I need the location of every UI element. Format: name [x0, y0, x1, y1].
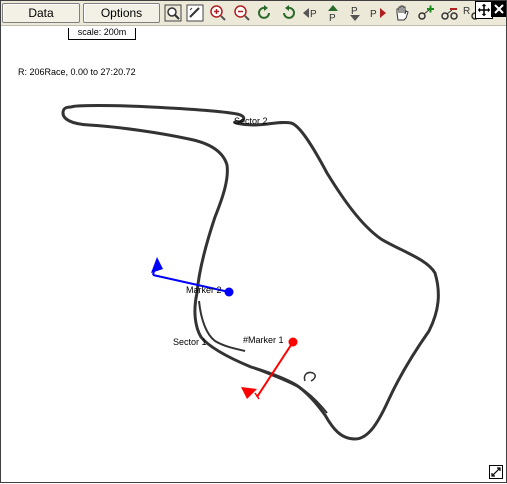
- scale-label: scale: 200m: [77, 27, 127, 37]
- track-hairpin-spur: [303, 371, 316, 382]
- marker1-dot[interactable]: [288, 337, 298, 347]
- marker1-label: #Marker 1: [243, 335, 284, 345]
- marker2-arrowhead: [151, 257, 163, 273]
- sector2-label: Sector 2: [234, 116, 268, 126]
- marker1-arrowhead: [241, 387, 257, 399]
- track-map-window: Data Options P P P P R scale: 200m R: 20…: [0, 0, 507, 483]
- scale-bar: scale: 200m: [68, 27, 136, 40]
- run-info-label: R: 206Race, 0.00 to 27:20.72: [18, 67, 136, 77]
- sector1-label: Sector 1: [173, 337, 207, 347]
- marker2-label: Marker 2: [186, 285, 222, 295]
- expand-icon[interactable]: [489, 465, 503, 479]
- marker2-dot[interactable]: [224, 287, 234, 297]
